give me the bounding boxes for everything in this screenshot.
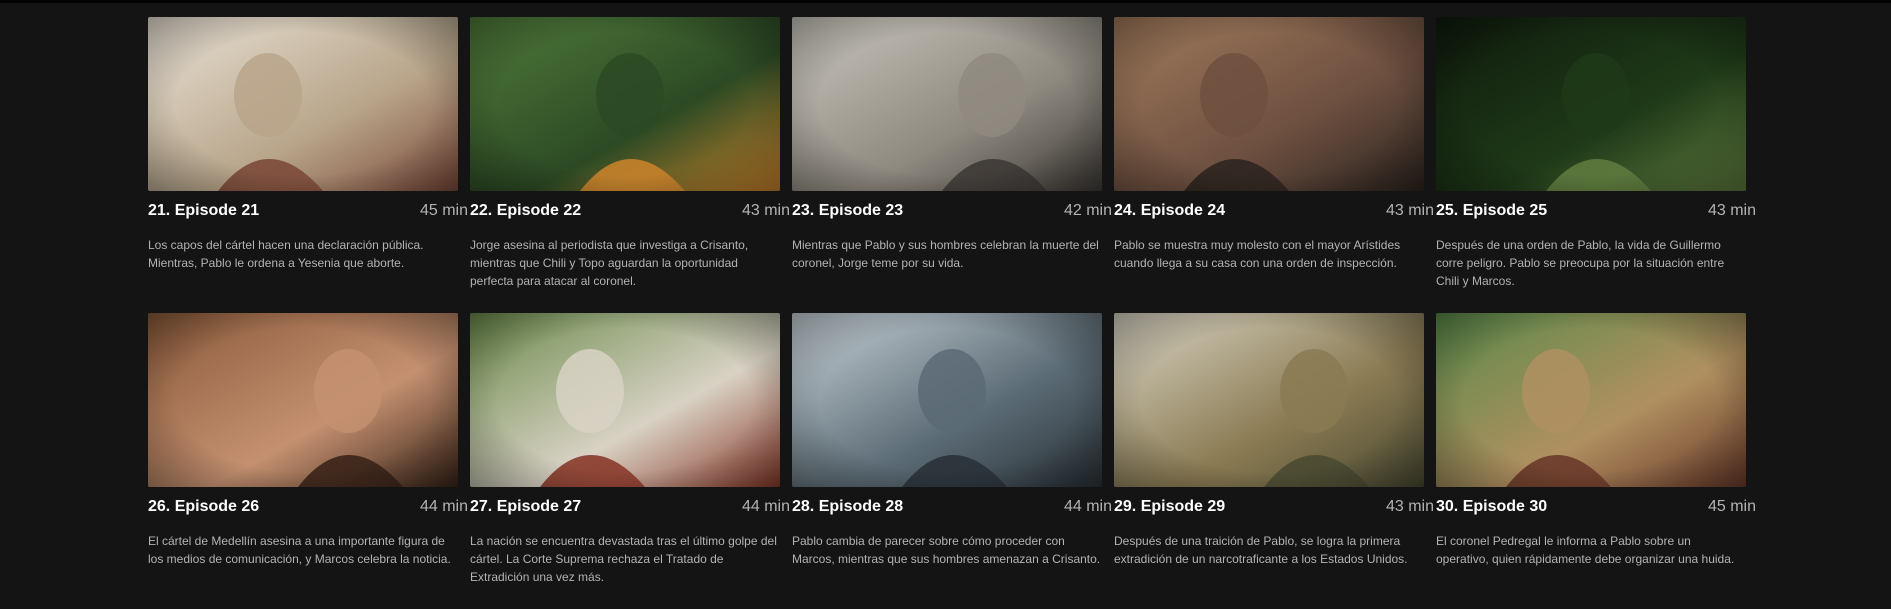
episode-duration: 44 min: [419, 498, 468, 515]
episode-thumbnail[interactable]: [148, 313, 458, 487]
episode-thumbnail[interactable]: [1114, 17, 1424, 191]
episode-thumbnail[interactable]: [1436, 313, 1746, 487]
episode-title: 26. Episode 26: [148, 498, 260, 515]
episode-duration: 44 min: [741, 498, 790, 515]
episode-duration: 43 min: [1385, 498, 1434, 515]
episode-thumbnail[interactable]: [792, 313, 1102, 487]
episode-thumbnail[interactable]: [792, 17, 1102, 191]
episode-title: 28. Episode 28: [792, 498, 904, 515]
episode-duration: 45 min: [1707, 498, 1756, 515]
episode-card[interactable]: 28. Episode 28 44 min Pablo cambia de pa…: [792, 313, 1112, 609]
episode-duration: 45 min: [419, 202, 468, 219]
thumbnail-image: [792, 17, 1102, 191]
episode-title: 27. Episode 27: [470, 498, 582, 515]
episode-thumbnail[interactable]: [470, 313, 780, 487]
episode-card[interactable]: 23. Episode 23 42 min Mientras que Pablo…: [792, 17, 1112, 313]
episode-title: 25. Episode 25: [1436, 202, 1548, 219]
thumbnail-image: [792, 313, 1102, 487]
episode-description: El cártel de Medellín asesina a una impo…: [148, 534, 451, 566]
thumbnail-image: [1114, 313, 1424, 487]
episode-title: 30. Episode 30: [1436, 498, 1548, 515]
episode-title: 29. Episode 29: [1114, 498, 1226, 515]
episode-description: Mientras que Pablo y sus hombres celebra…: [792, 238, 1099, 270]
episode-title: 22. Episode 22: [470, 202, 582, 219]
thumbnail-image: [470, 17, 780, 191]
episode-duration: 43 min: [741, 202, 790, 219]
episode-description: Después de una orden de Pablo, la vida d…: [1436, 238, 1725, 288]
thumbnail-image: [1436, 17, 1746, 191]
thumbnail-image: [148, 313, 458, 487]
episode-description: Jorge asesina al periodista que investig…: [470, 238, 749, 288]
episode-card[interactable]: 26. Episode 26 44 min El cártel de Medel…: [148, 313, 468, 609]
episode-description: Pablo se muestra muy molesto con el mayo…: [1114, 238, 1401, 270]
episode-description: La nación se encuentra devastada tras el…: [470, 534, 777, 584]
episode-duration: 42 min: [1063, 202, 1112, 219]
episode-description: El coronel Pedregal le informa a Pablo s…: [1436, 534, 1735, 566]
episode-title: 21. Episode 21: [148, 202, 260, 219]
episode-description: Pablo cambia de parecer sobre cómo proce…: [792, 534, 1101, 566]
thumbnail-image: [148, 17, 458, 191]
episode-title: 23. Episode 23: [792, 202, 904, 219]
episode-thumbnail[interactable]: [1436, 17, 1746, 191]
episode-card[interactable]: 30. Episode 30 45 min El coronel Pedrega…: [1436, 313, 1756, 609]
episode-description: Los capos del cártel hacen una declaraci…: [148, 238, 424, 270]
episode-card[interactable]: 21. Episode 21 45 min Los capos del cárt…: [148, 17, 468, 313]
thumbnail-image: [1436, 313, 1746, 487]
episode-card[interactable]: 24. Episode 24 43 min Pablo se muestra m…: [1114, 17, 1434, 313]
episode-card[interactable]: 25. Episode 25 43 min Después de una ord…: [1436, 17, 1756, 313]
episode-duration: 43 min: [1385, 202, 1434, 219]
episode-thumbnail[interactable]: [148, 17, 458, 191]
episode-duration: 44 min: [1063, 498, 1112, 515]
episode-title: 24. Episode 24: [1114, 202, 1226, 219]
thumbnail-image: [1114, 17, 1424, 191]
top-bar: [0, 0, 1891, 3]
episode-thumbnail[interactable]: [470, 17, 780, 191]
episode-grid: 21. Episode 21 45 min Los capos del cárt…: [148, 17, 1756, 609]
episode-card[interactable]: 27. Episode 27 44 min La nación se encue…: [470, 313, 790, 609]
episode-card[interactable]: 29. Episode 29 43 min Después de una tra…: [1114, 313, 1434, 609]
episode-card[interactable]: 22. Episode 22 43 min Jorge asesina al p…: [470, 17, 790, 313]
episode-description: Después de una traición de Pablo, se log…: [1114, 534, 1408, 566]
thumbnail-image: [470, 313, 780, 487]
episode-duration: 43 min: [1707, 202, 1756, 219]
episode-thumbnail[interactable]: [1114, 313, 1424, 487]
